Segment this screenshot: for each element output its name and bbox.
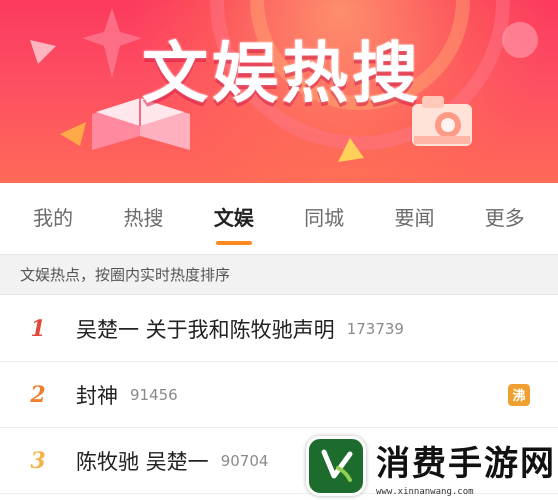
heat-count: 90704 xyxy=(220,451,269,470)
watermark-title: 消费手游网 xyxy=(376,443,556,484)
checkmark-leaf-icon xyxy=(321,449,353,482)
tab-label: 同城 xyxy=(304,206,345,230)
tab-more[interactable]: 更多 xyxy=(475,194,535,239)
banner-title: 文娱热搜 xyxy=(142,35,422,112)
topic-title: 陈牧驰 吴楚一 xyxy=(76,449,209,474)
tab-hot-search[interactable]: 热搜 xyxy=(113,194,173,239)
boiling-badge: 沸 xyxy=(508,383,530,406)
list-item[interactable]: 2 封神 91456 沸 xyxy=(0,362,558,428)
tab-bar: 我的 热搜 文娱 同城 要闻 更多 xyxy=(0,183,558,250)
triangle-decoration-icon xyxy=(30,40,56,64)
topic-title: 吴楚一 关于我和陈牧驰声明 xyxy=(76,317,335,342)
tab-label: 要闻 xyxy=(394,206,435,230)
tab-entertainment[interactable]: 文娱 xyxy=(204,194,264,245)
list-item[interactable]: 1 吴楚一 关于我和陈牧驰声明 173739 xyxy=(0,296,558,362)
tab-local[interactable]: 同城 xyxy=(294,194,354,239)
triangle-decoration-icon xyxy=(60,122,86,146)
active-tab-indicator xyxy=(215,241,252,245)
rank-number: 2 xyxy=(30,381,46,408)
section-description: 文娱热点，按圈内实时热度排序 xyxy=(0,254,558,295)
watermark-text: 消费手游网 www.xinnanwang.com xyxy=(376,436,556,497)
tab-news[interactable]: 要闻 xyxy=(384,194,444,239)
watermark-url: www.xinnanwang.com xyxy=(376,486,474,497)
tab-mine[interactable]: 我的 xyxy=(23,194,83,239)
tab-label: 我的 xyxy=(33,206,74,230)
watermark: 消费手游网 www.xinnanwang.com xyxy=(298,432,558,500)
rank-number: 1 xyxy=(30,315,46,342)
tab-label: 更多 xyxy=(484,206,525,230)
watermark-logo-icon xyxy=(306,436,366,496)
rank-number: 3 xyxy=(30,447,46,474)
tab-label: 热搜 xyxy=(123,206,164,230)
banner: 文娱热搜 xyxy=(0,0,558,183)
circle-decoration-icon xyxy=(502,22,538,58)
heat-count: 91456 xyxy=(130,385,178,404)
topic-title: 封神 xyxy=(76,383,118,408)
triangle-decoration-icon xyxy=(338,138,364,162)
heat-count: 173739 xyxy=(346,319,404,338)
tab-label: 文娱 xyxy=(213,206,254,230)
